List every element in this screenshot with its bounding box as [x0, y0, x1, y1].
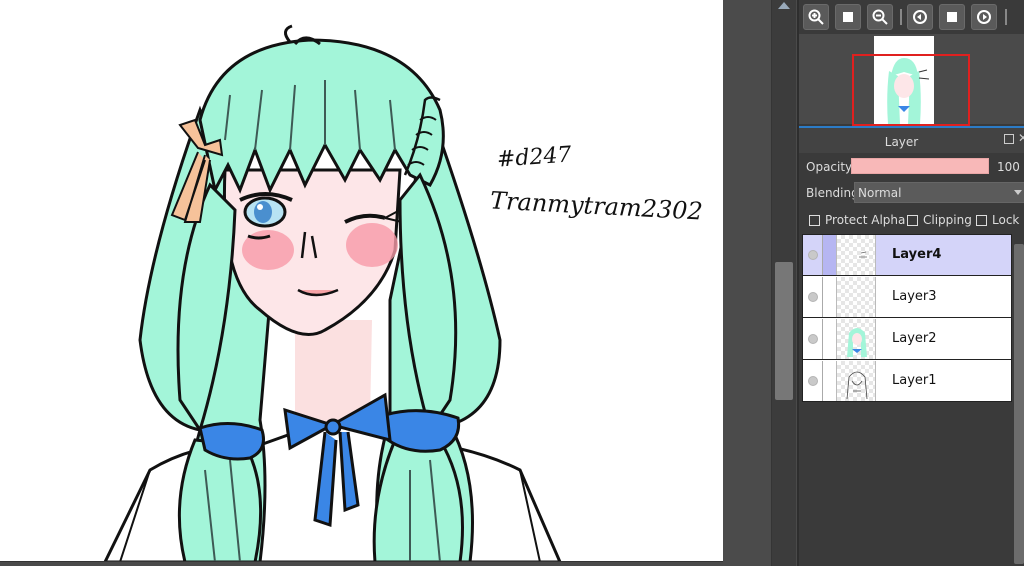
reset-rotation-button[interactable] [939, 4, 965, 30]
layer-list-scrollbar[interactable] [1013, 234, 1024, 566]
artwork-illustration [103, 24, 562, 561]
zoom-out-button[interactable] [867, 4, 893, 30]
rotate-left-icon [913, 10, 927, 24]
layer-lock-column[interactable] [823, 319, 836, 359]
lock-label: Lock [992, 213, 1020, 227]
checkbox-box[interactable] [976, 214, 987, 226]
layer-row[interactable]: Layer1 [803, 361, 1011, 402]
zoom-out-icon [872, 9, 888, 25]
layer-name: Layer4 [892, 247, 942, 262]
navigator-preview[interactable] [799, 34, 1024, 126]
navigator-viewport-frame[interactable] [852, 54, 970, 126]
layer-thumbnail [836, 235, 876, 275]
protect-alpha-label: Protect Alpha [825, 213, 906, 227]
zoom-in-icon [808, 9, 824, 25]
rotate-right-icon [977, 10, 991, 24]
layer-thumbnail-image [859, 251, 867, 258]
layer-thumbnail [836, 361, 876, 401]
rotate-right-button[interactable] [971, 4, 997, 30]
layer-name: Layer1 [892, 373, 937, 388]
layer-lock-column[interactable] [823, 361, 836, 401]
toolbar-separator [1005, 9, 1007, 25]
layer-lock-column[interactable] [823, 277, 836, 317]
opacity-slider[interactable] [851, 158, 989, 174]
popout-icon[interactable] [1004, 134, 1014, 144]
blending-label: Blending [806, 186, 859, 200]
opacity-value: 100 % [997, 160, 1024, 174]
drawing-canvas[interactable]: #d247 Tranmytram2302 [0, 0, 723, 562]
workspace-background [723, 0, 771, 566]
checkbox-box[interactable] [809, 214, 820, 226]
square-icon [843, 12, 853, 22]
scrollbar-thumb[interactable] [1014, 244, 1024, 564]
layer-thumbnail-image [846, 371, 868, 400]
close-icon[interactable]: ✕ [1018, 131, 1024, 145]
signature-tag-text: #d247 [496, 142, 573, 173]
fit-view-button[interactable] [835, 4, 861, 30]
layer-panel-title: Layer [884, 135, 919, 149]
visibility-toggle-icon[interactable] [808, 292, 818, 302]
right-panel: Layer ✕ Opacity 100 % Blending Normal Pr… [797, 0, 1024, 566]
app-window: #d247 Tranmytram2302 Layer ✕ Opacity 100… [0, 0, 1024, 566]
zoom-in-button[interactable] [803, 4, 829, 30]
layer-row[interactable]: Layer3 [803, 277, 1011, 318]
opacity-label: Opacity [806, 160, 853, 174]
lock-checkbox[interactable]: Lock [976, 213, 1019, 227]
layer-panel-header: Layer ✕ [799, 126, 1024, 153]
layer-lock-column[interactable] [823, 235, 836, 275]
layer-row[interactable]: Layer2 [803, 319, 1011, 360]
layer-list: Layer4 Layer3 Layer2 Layer1 [802, 234, 1012, 402]
visibility-toggle-icon[interactable] [808, 334, 818, 344]
scrollbar-thumb[interactable] [775, 262, 793, 400]
clipping-label: Clipping [923, 213, 972, 227]
layer-panel-empty-area [799, 402, 1013, 566]
clipping-checkbox[interactable]: Clipping [907, 213, 972, 227]
chevron-down-icon [1014, 190, 1022, 195]
visibility-toggle-icon[interactable] [808, 376, 818, 386]
scroll-up-arrow-icon[interactable] [778, 2, 790, 9]
blending-mode-value: Normal [858, 186, 902, 200]
layer-thumbnail [836, 319, 876, 359]
layer-name: Layer2 [892, 331, 937, 346]
layer-thumbnail-image [847, 328, 867, 357]
blending-mode-select[interactable]: Normal [854, 182, 1024, 203]
layer-name: Layer3 [892, 289, 937, 304]
checkbox-box[interactable] [907, 214, 918, 226]
canvas-vertical-scrollbar[interactable] [771, 0, 796, 566]
toolbar-separator [900, 9, 902, 25]
layer-thumbnail [836, 277, 876, 317]
rotate-left-button[interactable] [907, 4, 933, 30]
layer-row[interactable]: Layer4 [803, 235, 1011, 276]
square-icon [947, 12, 957, 22]
navigator-toolbar [799, 0, 1024, 34]
protect-alpha-checkbox[interactable]: Protect Alpha [809, 213, 905, 227]
visibility-toggle-icon[interactable] [808, 250, 818, 260]
